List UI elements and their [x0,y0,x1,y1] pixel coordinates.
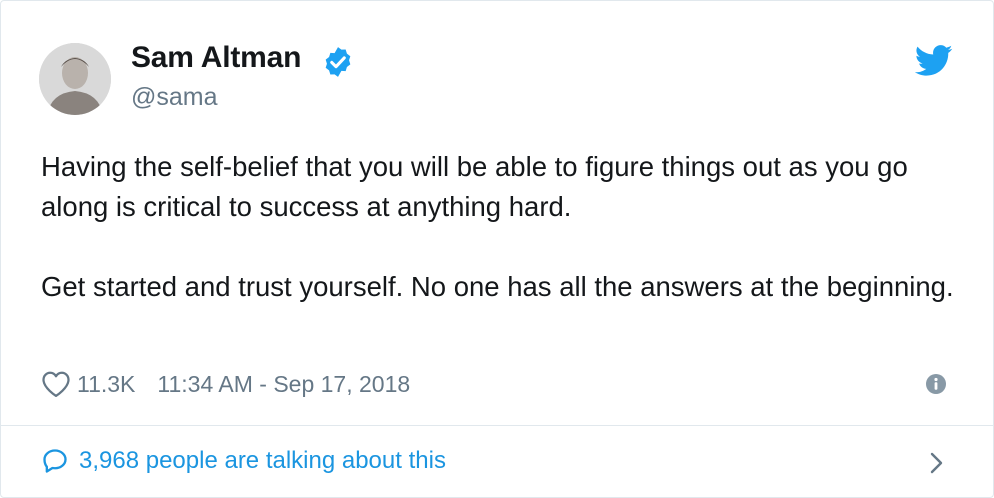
divider [1,425,993,426]
conversation-label[interactable]: 3,968 people are talking about this [79,447,446,475]
author-handle[interactable]: @sama [131,83,218,112]
tweet-text: Having the self-belief that you will be … [41,147,961,307]
like-count[interactable]: 11.3K [77,371,135,398]
avatar[interactable] [39,43,111,115]
avatar-photo [39,43,111,115]
chevron-right-icon[interactable] [927,449,947,477]
info-icon[interactable] [925,373,947,395]
verified-badge-icon [325,47,351,77]
tweet-meta: 11.3K 11:34 AM - Sep 17, 2018 [41,367,410,401]
author-name[interactable]: Sam Altman [131,41,301,75]
tweet-paragraph: Get started and trust yourself. No one h… [41,271,954,302]
twitter-bird-icon[interactable] [915,45,953,77]
conversation-link[interactable]: 3,968 people are talking about this [41,447,446,475]
heart-icon[interactable] [41,370,71,398]
tweet-card: Sam Altman @sama Having the self-belief … [0,0,994,498]
speech-bubble-icon [43,449,67,473]
timestamp[interactable]: 11:34 AM - Sep 17, 2018 [157,371,410,398]
tweet-paragraph: Having the self-belief that you will be … [41,151,908,222]
